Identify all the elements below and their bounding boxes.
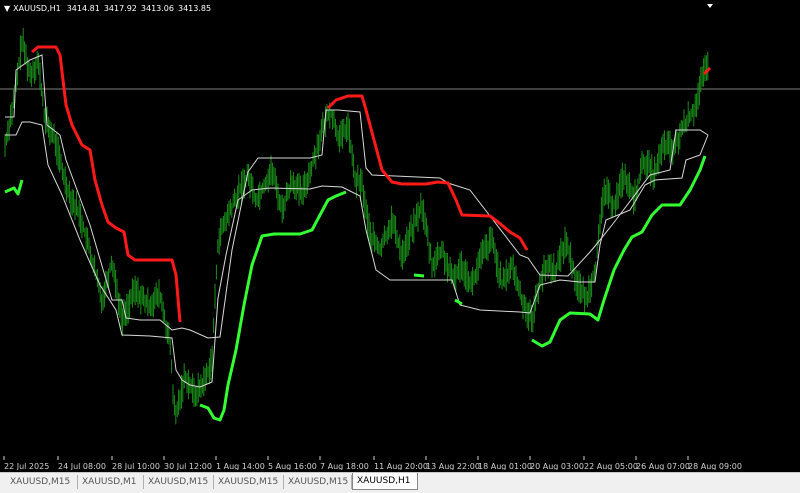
time-label: 24 Jul 08:00 — [58, 462, 106, 470]
time-axis: 22 Jul 2025 24 Jul 08:00 28 Jul 10:00 30 Ju… — [3, 456, 742, 470]
time-label: 28 Aug 09:00 — [688, 462, 742, 470]
chart-header: ▼ XAUUSD,H1 3414.81 3417.92 3413.06 3413.85 — [4, 4, 215, 13]
green-band-segment — [4, 179, 24, 196]
tab-xauusd-m15-1[interactable]: XAUUSD,M15 — [6, 475, 78, 489]
high-value: 3417.92 — [103, 4, 137, 13]
low-value: 3413.06 — [140, 4, 174, 13]
time-label: 13 Aug 22:00 — [426, 462, 480, 470]
green-band-segment — [413, 273, 425, 278]
time-label: 26 Aug 07:00 — [636, 462, 690, 470]
tab-xauusd-m15-4[interactable]: XAUUSD,M15 — [284, 475, 352, 489]
chart-tabs: XAUUSD,M15 XAUUSD,M1 XAUUSD,M15 XAUUSD,M… — [0, 472, 800, 493]
time-label: 28 Jul 10:00 — [112, 462, 160, 470]
time-label: 5 Aug 16:00 — [268, 462, 317, 470]
tab-xauusd-m1[interactable]: XAUUSD,M1 — [78, 475, 144, 489]
time-label: 7 Aug 18:00 — [320, 462, 369, 470]
triangle-down-icon[interactable]: ▼ — [4, 4, 10, 13]
green-band-segment — [454, 298, 463, 306]
trend-band-green — [4, 155, 707, 422]
time-label: 30 Jul 12:00 — [164, 462, 212, 470]
symbol-label: XAUUSD,H1 — [13, 4, 61, 13]
channel-lower-line — [5, 121, 709, 388]
price-candles — [4, 27, 709, 425]
time-label: 22 Jul 2025 — [4, 462, 49, 470]
chart-area[interactable]: 22 Jul 2025 24 Jul 08:00 28 Jul 10:00 30 Ju… — [0, 0, 800, 470]
tab-xauusd-m15-2[interactable]: XAUUSD,M15 — [144, 475, 214, 489]
price-chart[interactable]: 22 Jul 2025 24 Jul 08:00 28 Jul 10:00 30 Ju… — [0, 0, 800, 470]
time-label: 1 Aug 14:00 — [216, 462, 265, 470]
tab-xauusd-h1[interactable]: XAUUSD,H1 — [352, 473, 418, 490]
time-label: 22 Aug 05:00 — [584, 462, 638, 470]
time-label: 18 Aug 01:00 — [478, 462, 532, 470]
close-value: 3413.85 — [178, 4, 212, 13]
time-label: 20 Aug 03:00 — [530, 462, 584, 470]
chart-menu-icon[interactable] — [707, 4, 713, 8]
time-label: 11 Aug 20:00 — [374, 462, 428, 470]
tab-xauusd-m15-3[interactable]: XAUUSD,M15 — [214, 475, 284, 489]
open-value: 3414.81 — [66, 4, 100, 13]
